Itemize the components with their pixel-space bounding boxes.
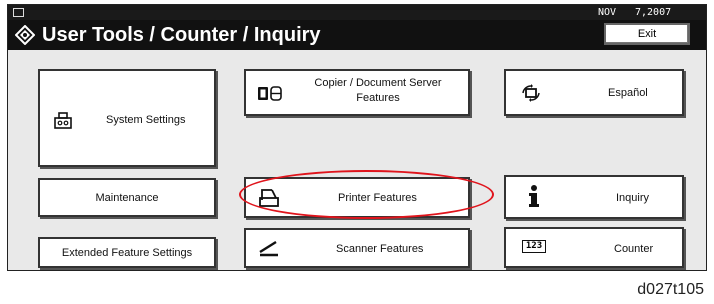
page-title: User Tools / Counter / Inquiry [42, 24, 321, 46]
status-month: NOV [598, 7, 617, 18]
copier-document-server-button[interactable]: Copier / Document Server Features [244, 69, 470, 116]
figure-caption: d027t105 [637, 281, 704, 298]
system-settings-icon [54, 112, 72, 129]
espanol-button[interactable]: Español [504, 69, 684, 116]
extended-feature-settings-label: Extended Feature Settings [61, 247, 193, 259]
counter-icon: 123 [522, 240, 546, 253]
system-settings-button[interactable]: System Settings [38, 69, 216, 167]
espanol-label: Español [608, 87, 648, 99]
user-tools-icon [15, 25, 35, 45]
extended-feature-settings-button[interactable]: Extended Feature Settings [38, 237, 216, 268]
system-settings-label: System Settings [106, 114, 186, 126]
info-icon [529, 185, 539, 207]
inquiry-button[interactable]: Inquiry [504, 175, 684, 219]
inquiry-label: Inquiry [616, 192, 650, 204]
exit-button[interactable]: Exit [604, 23, 690, 45]
copier-icon [258, 86, 282, 101]
scanner-icon [259, 240, 278, 257]
title-bar: User Tools / Counter / Inquiry Exit [8, 20, 706, 50]
printer-features-label: Printer Features [338, 192, 417, 204]
scanner-features-label: Scanner Features [336, 243, 424, 255]
printer-icon [259, 189, 279, 207]
status-bar: NOV 7,2007 9:41AM [8, 5, 706, 33]
language-icon [522, 84, 540, 102]
printer-features-button[interactable]: Printer Features [244, 177, 470, 218]
maintenance-label: Maintenance [95, 192, 159, 204]
counter-button[interactable]: 123 Counter [504, 227, 684, 268]
copier-label: Copier / Document Server Features [314, 77, 442, 104]
counter-label: Counter [614, 243, 654, 255]
counter-icon-text: 123 [525, 241, 543, 251]
user-tools-screen: NOV 7,2007 9:41AM User Tools / Counter /… [7, 4, 707, 271]
maintenance-button[interactable]: Maintenance [38, 178, 216, 217]
scanner-features-button[interactable]: Scanner Features [244, 228, 470, 268]
system-icon [13, 8, 24, 17]
